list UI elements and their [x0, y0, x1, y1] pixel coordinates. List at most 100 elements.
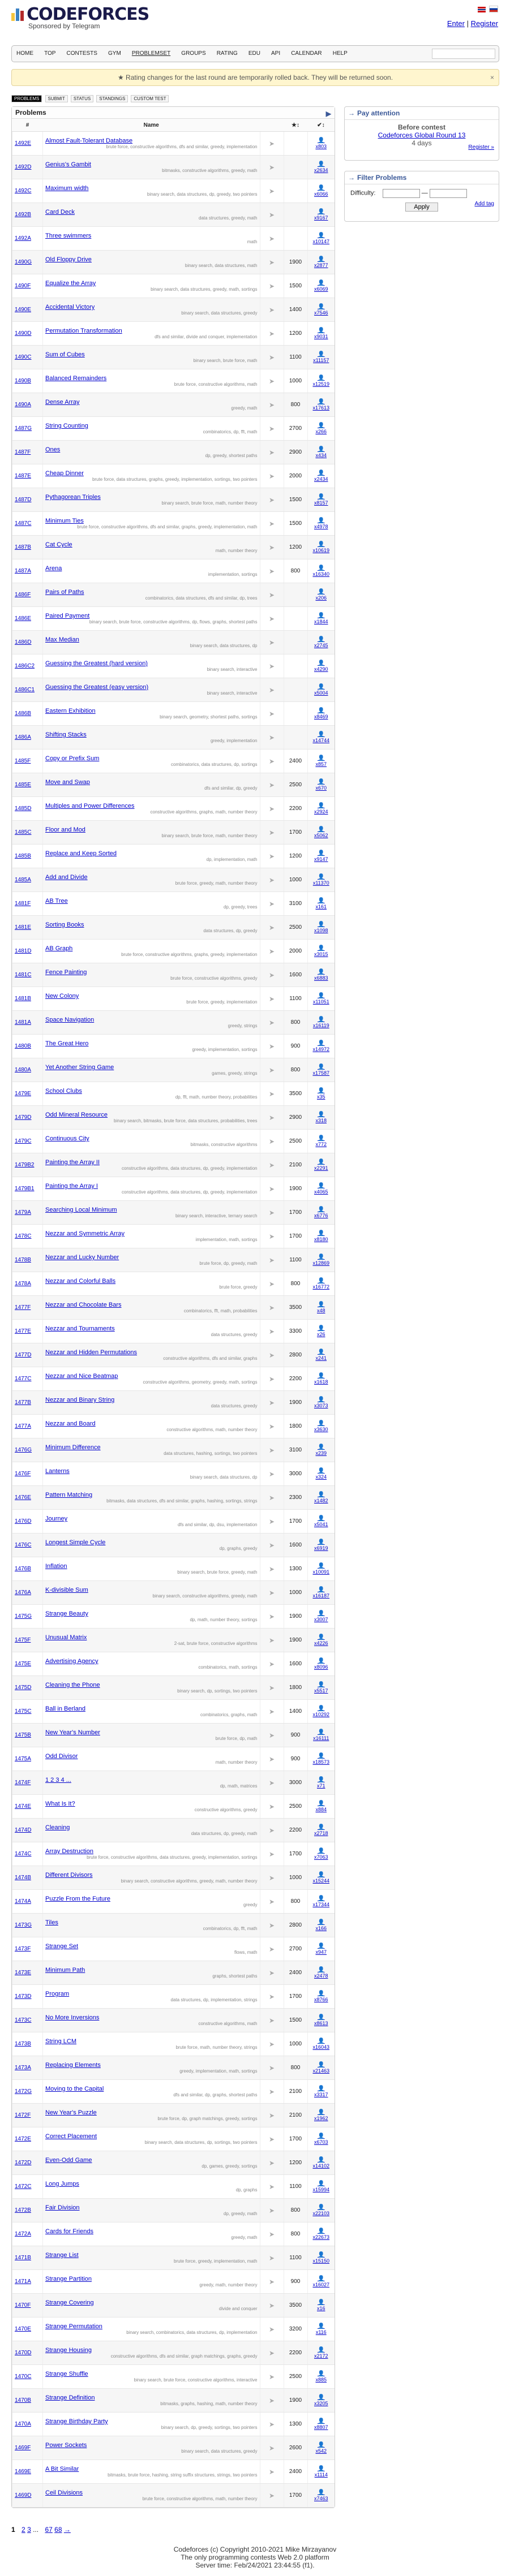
enter-link[interactable]: Enter	[447, 19, 465, 28]
solved-count-cell[interactable]: 👤 x6883	[307, 963, 335, 987]
problem-tags[interactable]: constructive algorithms, math, number th…	[45, 1427, 260, 1432]
problem-tags[interactable]: binary search, data structures, greedy	[45, 2449, 260, 2454]
submit-icon[interactable]: ➤	[259, 179, 284, 203]
solved-count-cell[interactable]: 👤 x16340	[307, 559, 335, 583]
problem-name-link[interactable]: Move and Swap	[45, 779, 260, 786]
solved-count-cell[interactable]: 👤 x3205	[307, 2388, 335, 2413]
problem-tags[interactable]: brute force, dp, greedy, math	[45, 1261, 260, 1266]
solved-count[interactable]: x318	[308, 1118, 335, 1123]
submit-icon[interactable]: ➤	[259, 2103, 284, 2127]
solved-count-cell[interactable]: 👤 x5517	[307, 1675, 335, 1700]
solved-count-cell[interactable]: 👤 x11157	[307, 345, 335, 369]
solved-count[interactable]: x9147	[308, 856, 335, 862]
page-next[interactable]: →	[64, 2526, 71, 2534]
problem-id-link[interactable]: 1479C	[15, 1138, 31, 1144]
problem-name-link[interactable]: New Year's Puzzle	[45, 2109, 260, 2116]
solved-count[interactable]: x3630	[308, 1427, 335, 1432]
problem-tags[interactable]: bitmasks, constructive algorithms, greed…	[45, 168, 260, 173]
submit-icon[interactable]: ➤	[259, 1034, 284, 1058]
solved-count-cell[interactable]: 👤 x4226	[307, 1628, 335, 1652]
problem-tags[interactable]: math, number theory	[45, 1760, 260, 1765]
solved-count[interactable]: x9167	[308, 215, 335, 221]
next-page-icon[interactable]: ▶	[326, 108, 331, 119]
submit-icon[interactable]: ➤	[259, 654, 284, 678]
solved-count[interactable]: x1618	[308, 1379, 335, 1385]
submit-icon[interactable]: ➤	[259, 1367, 284, 1391]
problem-tags[interactable]: brute force, data structures, graphs, gr…	[45, 477, 260, 482]
solved-count[interactable]: x16772	[308, 1284, 335, 1290]
solved-count[interactable]: x947	[308, 1949, 335, 1955]
solved-count-cell[interactable]: 👤 x21463	[307, 2056, 335, 2080]
submit-icon[interactable]: ➤	[259, 369, 284, 393]
solved-count[interactable]: x3007	[308, 1617, 335, 1622]
submit-icon[interactable]: ➤	[259, 2127, 284, 2151]
contest-link[interactable]: Codeforces Global Round 13	[345, 131, 499, 139]
problem-name-link[interactable]: Card Deck	[45, 209, 260, 216]
problem-name-link[interactable]: Cleaning	[45, 1824, 260, 1831]
problem-name-link[interactable]: Pairs of Paths	[45, 589, 260, 596]
submit-icon[interactable]: ➤	[259, 1842, 284, 1866]
problem-id-link[interactable]: 1487A	[15, 568, 31, 574]
page-1[interactable]: 1	[11, 2526, 15, 2534]
submit-icon[interactable]: ➤	[259, 1961, 284, 1985]
problem-name-link[interactable]: Strange Set	[45, 1943, 260, 1950]
submit-icon[interactable]: ➤	[259, 2269, 284, 2294]
problem-tags[interactable]: constructive algorithms, geometry, greed…	[45, 1380, 260, 1385]
submit-icon[interactable]: ➤	[259, 2008, 284, 2032]
solved-count-cell[interactable]: 👤 x803	[307, 131, 335, 156]
solved-count-cell[interactable]: 👤 x318	[307, 1105, 335, 1130]
problem-id-link[interactable]: 1474F	[15, 1780, 31, 1786]
solved-count[interactable]: x16043	[308, 2044, 335, 2050]
problem-id-link[interactable]: 1474E	[15, 1803, 31, 1810]
problem-id-link[interactable]: 1472C	[15, 2183, 31, 2190]
col-solved-header[interactable]: ✔↕	[307, 119, 335, 132]
solved-count[interactable]: x4226	[308, 1640, 335, 1646]
solved-count-cell[interactable]: 👤 x1098	[307, 915, 335, 940]
solved-count-cell[interactable]: 👤 x12519	[307, 369, 335, 393]
problem-name-link[interactable]: Strange Partition	[45, 2276, 260, 2282]
submit-icon[interactable]: ➤	[259, 1652, 284, 1676]
submit-icon[interactable]: ➤	[259, 2246, 284, 2270]
problem-tags[interactable]: combinatorics, fft, math, probabilities	[45, 1308, 260, 1313]
submit-icon[interactable]: ➤	[259, 1628, 284, 1652]
solved-count[interactable]: x885	[308, 2377, 335, 2383]
problem-id-link[interactable]: 1473A	[15, 2065, 31, 2071]
problem-id-link[interactable]: 1477A	[15, 1423, 31, 1429]
solved-count[interactable]: x2924	[308, 809, 335, 815]
problem-name-link[interactable]: Sorting Books	[45, 921, 260, 928]
submit-icon[interactable]: ➤	[259, 820, 284, 845]
problem-id-link[interactable]: 1490D	[15, 330, 31, 337]
solved-count-cell[interactable]: 👤 x2924	[307, 796, 335, 821]
submit-icon[interactable]: ➤	[259, 298, 284, 322]
solved-count[interactable]: x15244	[308, 1878, 335, 1884]
problem-name-link[interactable]: Accidental Victory	[45, 304, 260, 311]
problem-name-link[interactable]: New Colony	[45, 993, 260, 1000]
submit-icon[interactable]: ➤	[259, 226, 284, 251]
solved-count[interactable]: x48	[308, 1308, 335, 1313]
problem-tags[interactable]: greedy	[45, 1902, 260, 1907]
submit-icon[interactable]: ➤	[259, 1509, 284, 1533]
problem-name-link[interactable]: Odd Mineral Resource	[45, 1112, 260, 1118]
solved-count[interactable]: x8180	[308, 1237, 335, 1242]
solved-count-cell[interactable]: 👤 x5004	[307, 678, 335, 702]
solved-count[interactable]: x15150	[308, 2258, 335, 2264]
submit-icon[interactable]: ➤	[259, 606, 284, 631]
problem-id-link[interactable]: 1475C	[15, 1708, 31, 1715]
problem-id-link[interactable]: 1477F	[15, 1304, 31, 1311]
submit-icon[interactable]: ➤	[259, 203, 284, 227]
problem-tags[interactable]: brute force, greedy, math, number theory	[45, 881, 260, 886]
problem-id-link[interactable]: 1476D	[15, 1518, 31, 1524]
problem-tags[interactable]: data structures, dp, greedy, math	[45, 1831, 260, 1836]
solved-count[interactable]: x5004	[308, 690, 335, 696]
problem-tags[interactable]: data structures, greedy	[45, 1332, 260, 1337]
solved-count-cell[interactable]: 👤 x116	[307, 2317, 335, 2341]
solved-count-cell[interactable]: 👤 x2718	[307, 1818, 335, 1842]
problem-tags[interactable]: binary search, brute force, constructive…	[45, 2377, 260, 2383]
solved-count-cell[interactable]: 👤 x16	[307, 2293, 335, 2317]
submit-icon[interactable]: ➤	[259, 2341, 284, 2365]
submit-icon[interactable]: ➤	[259, 250, 284, 274]
problem-id-link[interactable]: 1486D	[15, 639, 31, 645]
solved-count[interactable]: x3317	[308, 2092, 335, 2097]
solved-count-cell[interactable]: 👤 x8180	[307, 1224, 335, 1248]
submit-icon[interactable]: ➤	[259, 2412, 284, 2436]
